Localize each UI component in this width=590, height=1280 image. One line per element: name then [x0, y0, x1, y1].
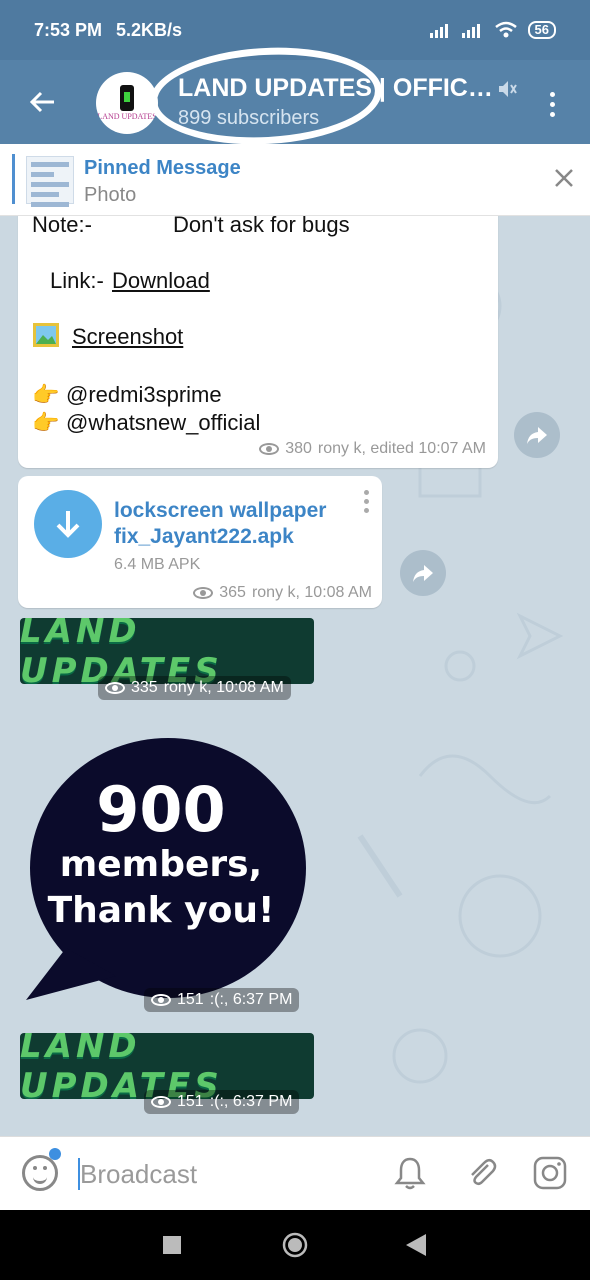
message-meta: 151 :(:, 6:37 PM: [144, 988, 300, 1012]
channel-avatar[interactable]: LAND UPDATES: [96, 72, 158, 134]
picture-emoji-icon: [33, 323, 59, 347]
banner-text: LAND UPDATES: [20, 618, 223, 684]
message-input[interactable]: Broadcast: [80, 1159, 197, 1190]
bell-icon[interactable]: [392, 1155, 428, 1191]
wifi-icon: [494, 21, 517, 38]
forward-icon: [413, 565, 433, 582]
download-button[interactable]: [34, 490, 102, 558]
link-label: Link:-: [50, 268, 104, 293]
view-count: 380: [285, 440, 312, 457]
views-icon: [151, 1096, 171, 1108]
signal-icon: [429, 24, 448, 38]
message-info: rony k, 10:08 AM: [251, 584, 372, 601]
message-bubble[interactable]: Note:- Don't ask for bugs Link:- Downloa…: [18, 216, 498, 468]
view-count: 365: [219, 584, 246, 601]
back-nav-button[interactable]: [406, 1234, 426, 1256]
home-button[interactable]: [282, 1232, 308, 1258]
message-info: rony k, edited 10:07 AM: [317, 440, 486, 457]
mute-icon: [499, 81, 517, 97]
file-menu-button[interactable]: [364, 490, 369, 513]
arrow-left-icon: [29, 91, 54, 113]
sticker-number: 900: [96, 773, 226, 846]
message-meta: 151 :(:, 6:37 PM: [144, 1090, 300, 1114]
status-icons: 56: [429, 21, 556, 39]
message-info: rony k, 10:08 AM: [163, 679, 284, 696]
pointing-hand-icon: 👉: [32, 410, 60, 435]
message-meta: 335 rony k, 10:08 AM: [98, 676, 291, 700]
pinned-title: Pinned Message: [84, 157, 241, 179]
notification-dot: [49, 1148, 61, 1160]
note-label: Note:-: [32, 216, 92, 237]
recents-button[interactable]: [163, 1236, 181, 1254]
share-button[interactable]: [400, 550, 446, 596]
view-count: 151: [177, 991, 204, 1008]
views-icon: [259, 443, 280, 455]
pinned-thumbnail: [26, 156, 74, 207]
message-meta: 365 rony k, 10:08 AM: [193, 584, 372, 602]
compose-bar: Broadcast: [0, 1136, 590, 1210]
arrow-down-icon: [56, 511, 80, 538]
pointing-hand-icon: 👉: [32, 382, 60, 407]
sticker-line: members,: [59, 844, 263, 885]
views-icon: [193, 587, 214, 599]
view-count: 151: [177, 1093, 204, 1110]
mention-link[interactable]: @redmi3sprime: [66, 382, 222, 408]
download-link[interactable]: Download: [112, 268, 210, 294]
close-pinned-icon[interactable]: [548, 162, 580, 194]
attach-icon[interactable]: [464, 1155, 500, 1191]
forward-icon: [527, 427, 547, 444]
phone-logo-icon: [120, 85, 134, 111]
back-button[interactable]: [22, 82, 62, 122]
file-name[interactable]: lockscreen wallpaper fix_Jayant222.apk: [114, 498, 354, 550]
view-count: 335: [131, 679, 158, 696]
message-info: :(:, 6:37 PM: [209, 1093, 293, 1110]
pinned-subtitle: Photo: [84, 184, 137, 206]
views-icon: [151, 994, 171, 1006]
chat-area[interactable]: Note:- Don't ask for bugs Link:- Downloa…: [0, 216, 590, 1136]
camera-icon[interactable]: [532, 1155, 568, 1191]
sticker-line: Thank you!: [47, 890, 275, 931]
file-message-bubble[interactable]: lockscreen wallpaper fix_Jayant222.apk 6…: [18, 476, 382, 608]
pinned-message-bar[interactable]: Pinned Message Photo: [0, 144, 590, 216]
message-meta: 380 rony k, edited 10:07 AM: [259, 440, 486, 458]
system-nav-bar: [0, 1210, 590, 1280]
note-text: Don't ask for bugs: [173, 216, 350, 237]
avatar-brand-text: LAND UPDATES: [97, 112, 157, 121]
network-speed: 5.2KB/s: [116, 19, 183, 40]
mention-link[interactable]: @whatsnew_official: [66, 410, 260, 436]
screenshot-link[interactable]: Screenshot: [72, 324, 183, 350]
message-info: :(:, 6:37 PM: [209, 991, 293, 1008]
views-icon: [105, 682, 125, 694]
status-time: 7:53 PM: [34, 19, 103, 40]
emoji-icon[interactable]: [22, 1148, 61, 1191]
battery-icon: 56: [527, 21, 556, 39]
more-menu-button[interactable]: [540, 84, 564, 124]
thank-you-sticker[interactable]: 900 members, Thank you!: [26, 738, 310, 1004]
file-size: 6.4 MB APK: [114, 556, 201, 573]
share-button[interactable]: [514, 412, 560, 458]
signal-icon-2: [461, 24, 480, 38]
land-updates-banner[interactable]: LAND UPDATES: [20, 618, 314, 684]
